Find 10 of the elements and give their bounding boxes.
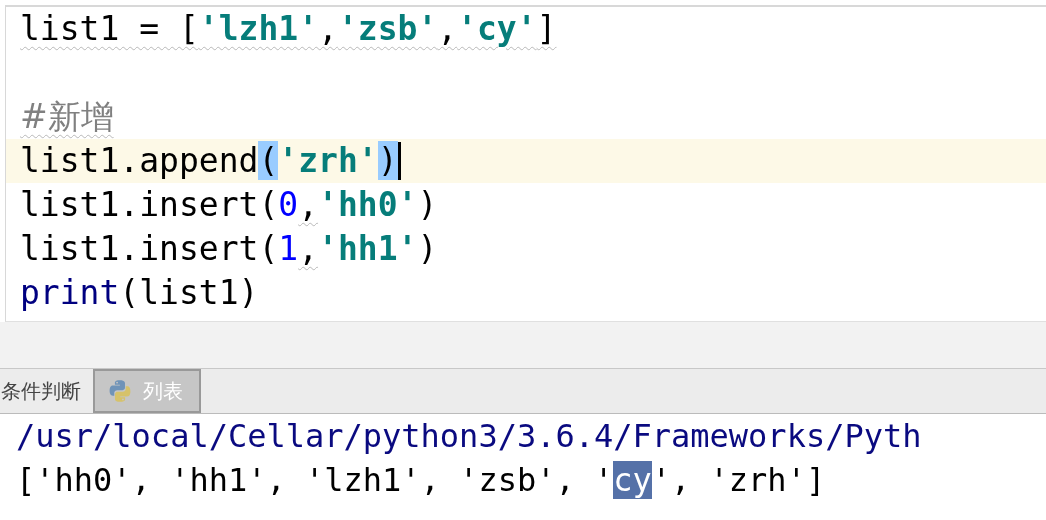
code-line: list1.insert(1,'hh1') [20, 229, 438, 269]
code-line: print(list1) [20, 273, 259, 313]
run-tab[interactable]: 条件判断 [0, 369, 93, 413]
code-line: #新增 [20, 97, 114, 137]
console-line: ['hh0', 'hh1', 'lzh1', 'zsb', 'cy', 'zrh'] [16, 460, 827, 501]
code-editor[interactable]: list1 = ['lzh1','zsb','cy'] #新增 list1.append('zrh') list1.insert(0,'hh0') list1.insert(1,'hh1') print(list1) [5, 5, 1046, 322]
code-line: list1.insert(0,'hh0') [20, 185, 438, 225]
console-line: /usr/local/Cellar/python3/3.6.4/Frameworks/Pyth [16, 416, 923, 457]
code-line: list1.append('zrh') [20, 141, 398, 181]
code-line: list1 = ['lzh1','zsb','cy'] [20, 9, 557, 49]
